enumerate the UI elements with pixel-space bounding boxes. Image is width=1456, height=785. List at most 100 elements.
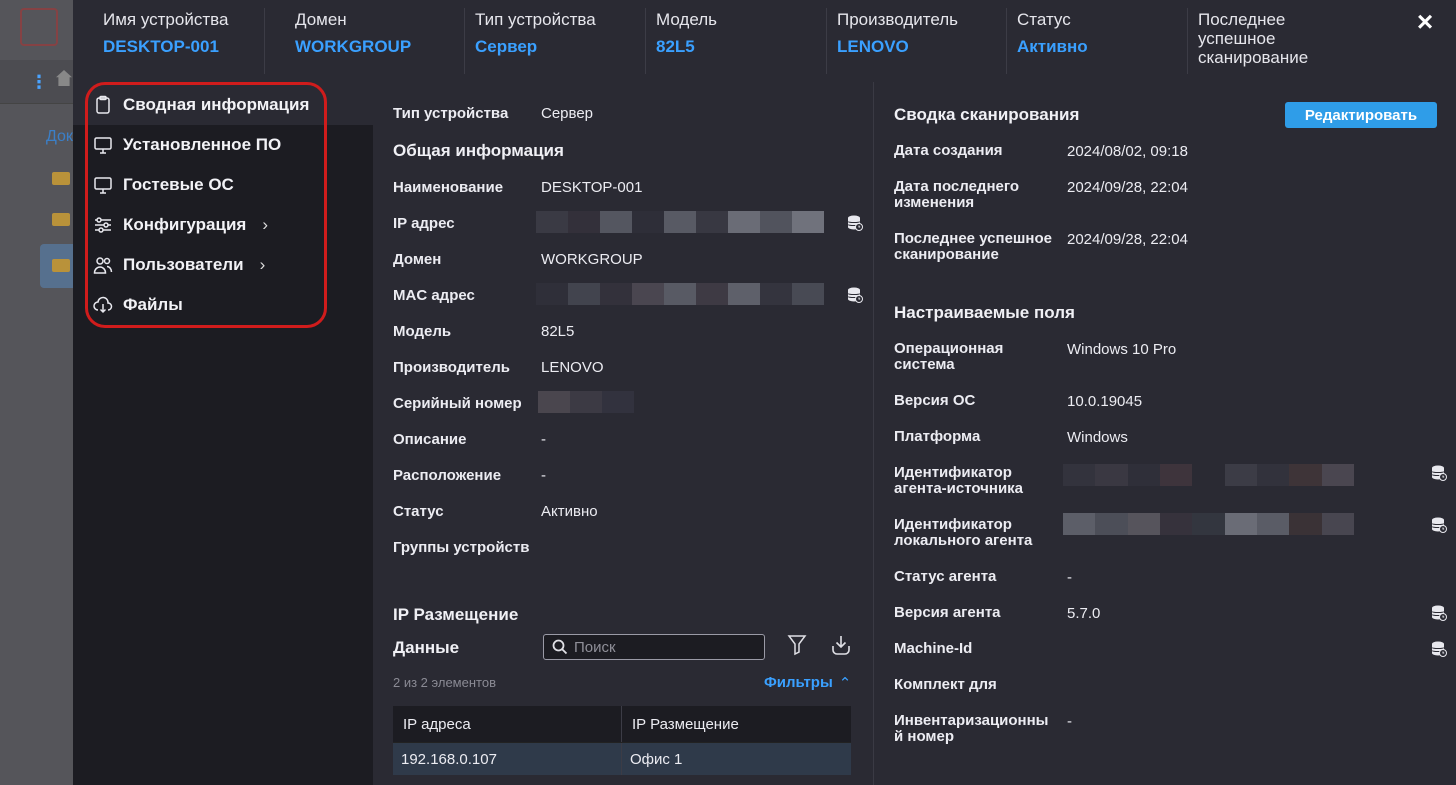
header-value[interactable]: Сервер <box>475 37 645 57</box>
header-value[interactable]: DESKTOP-001 <box>103 37 284 57</box>
filters-label: Фильтры <box>764 674 833 691</box>
field-label: Модель <box>393 323 452 340</box>
field-label: Дата последнего изменения <box>894 178 1020 211</box>
header-label: Производитель <box>837 10 959 29</box>
cloud-download-icon <box>93 296 113 314</box>
sidebar-item-files[interactable]: Файлы <box>93 289 183 321</box>
header-label: Статус <box>1017 10 1071 29</box>
sliders-icon <box>95 217 111 233</box>
database-clock-icon[interactable] <box>1431 465 1447 481</box>
field-label: MAC адрес <box>393 287 475 304</box>
close-icon[interactable]: × <box>1411 8 1439 36</box>
field-label: Наименование <box>393 179 504 196</box>
sidebar-item-guest-os[interactable]: Гостевые ОС <box>93 169 234 201</box>
filter-icon[interactable] <box>787 634 807 656</box>
field-value: 2024/08/02, 09:18 <box>1067 143 1188 160</box>
monitor-icon <box>94 177 112 194</box>
search-input[interactable] <box>543 634 765 660</box>
header-label: Имя устройства <box>103 10 229 29</box>
sidebar-item-summary[interactable]: Сводная информация <box>93 89 309 121</box>
sidebar-item-configuration[interactable]: Конфигурация › <box>93 209 268 241</box>
field-label: Описание <box>393 431 467 448</box>
search-icon <box>552 639 568 655</box>
sidebar-item-label: Установленное ПО <box>123 135 282 154</box>
field-label: Производитель <box>393 359 510 376</box>
header-label: Тип устройства <box>475 10 596 29</box>
header-value[interactable]: LENOVO <box>837 37 1007 57</box>
chevron-right-icon: › <box>259 255 266 274</box>
column-header-ip[interactable]: IP адреса <box>393 706 622 742</box>
folder-icon <box>52 213 70 226</box>
sidebar: Сводная информация Установленное ПО Гост… <box>73 82 373 785</box>
redacted-mac-value <box>536 283 824 305</box>
scan-summary-section: Сводка сканирования Редактировать Дата с… <box>874 82 1456 785</box>
database-clock-icon[interactable] <box>847 287 863 303</box>
redacted-local-agent-id <box>1063 513 1354 535</box>
field-value: 10.0.19045 <box>1067 393 1143 410</box>
header-last-scan: Последнее успешное сканирование <box>1187 8 1367 74</box>
sidebar-item-label: Сводная информация <box>123 95 310 114</box>
clipboard-icon <box>96 95 110 114</box>
field-value: 5.7.0 <box>1067 605 1101 622</box>
custom-fields-title: Настраиваемые поля <box>894 303 1075 322</box>
edit-button[interactable]: Редактировать <box>1285 102 1437 128</box>
header-device-type: Тип устройства Сервер <box>464 8 645 74</box>
search-field[interactable] <box>574 638 744 656</box>
field-label: Домен <box>393 251 442 268</box>
field-label: Комплект для <box>894 676 997 693</box>
sidebar-item-label: Пользователи <box>123 255 244 274</box>
field-label: Дата создания <box>894 142 1003 159</box>
field-value: 82L5 <box>541 323 575 340</box>
field-label: Machine-Id <box>894 640 973 657</box>
chevron-right-icon: › <box>262 215 268 234</box>
field-value: Windows <box>1067 429 1128 446</box>
column-header-placement[interactable]: IP Размещение <box>622 706 851 742</box>
database-clock-icon[interactable] <box>1431 605 1447 621</box>
filters-toggle[interactable]: Фильтры ⌃ <box>764 674 851 692</box>
redacted-source-agent-id <box>1063 464 1354 486</box>
redacted-serial-value <box>538 391 634 413</box>
field-value: - <box>541 431 546 448</box>
field-value: 2024/09/28, 22:04 <box>1067 231 1188 248</box>
field-label: Версия агента <box>894 604 1001 621</box>
field-label: Идентификатор агента-источника <box>894 464 1024 497</box>
data-label: Данные <box>393 638 460 657</box>
field-label: Группы устройств <box>393 539 530 556</box>
scan-summary-title: Сводка сканирования <box>894 105 1080 124</box>
device-type-value: Сервер <box>541 105 594 122</box>
field-value: - <box>1067 569 1072 586</box>
header-status: Статус Активно <box>1006 8 1187 74</box>
field-value: Windows 10 Pro <box>1067 341 1177 358</box>
field-label: Статус агента <box>894 568 997 585</box>
header-model: Модель 82L5 <box>645 8 826 74</box>
download-icon[interactable] <box>830 634 852 656</box>
database-clock-icon[interactable] <box>847 215 863 231</box>
device-header: Имя устройства DESKTOP-001 Домен WORKGRO… <box>73 0 1456 82</box>
database-clock-icon[interactable] <box>1431 517 1447 533</box>
sidebar-item-label: Файлы <box>123 295 183 314</box>
header-label: Модель <box>656 10 718 29</box>
sidebar-item-users[interactable]: Пользователи › <box>93 249 265 281</box>
general-info-title: Общая информация <box>393 141 564 160</box>
ip-placement-table: IP адреса IP Размещение 192.168.0.107 Оф… <box>393 706 851 775</box>
table-row[interactable]: 192.168.0.107 Офис 1 <box>393 742 851 775</box>
sidebar-item-label: Гостевые ОС <box>123 175 234 194</box>
monitor-icon <box>94 137 112 154</box>
redacted-ip-value <box>536 211 824 233</box>
field-value: 2024/09/28, 22:04 <box>1067 179 1188 196</box>
field-value: WORKGROUP <box>541 251 643 268</box>
field-value: DESKTOP-001 <box>541 179 643 196</box>
sidebar-item-installed-software[interactable]: Установленное ПО <box>93 129 281 161</box>
field-label: Версия ОС <box>894 392 976 409</box>
field-label: Идентификатор локального агента <box>894 516 1033 549</box>
device-type-label: Тип устройства <box>393 105 509 122</box>
folder-icon <box>52 172 70 185</box>
header-value[interactable]: WORKGROUP <box>295 37 445 57</box>
app-logo <box>20 8 58 46</box>
field-label: Платформа <box>894 428 981 445</box>
header-value[interactable]: 82L5 <box>656 37 826 57</box>
menu-dots-icon: ⋮ <box>30 72 48 92</box>
database-clock-icon[interactable] <box>1431 641 1447 657</box>
folder-icon <box>52 259 70 272</box>
field-label: Инвентаризационный номер <box>894 712 1049 745</box>
